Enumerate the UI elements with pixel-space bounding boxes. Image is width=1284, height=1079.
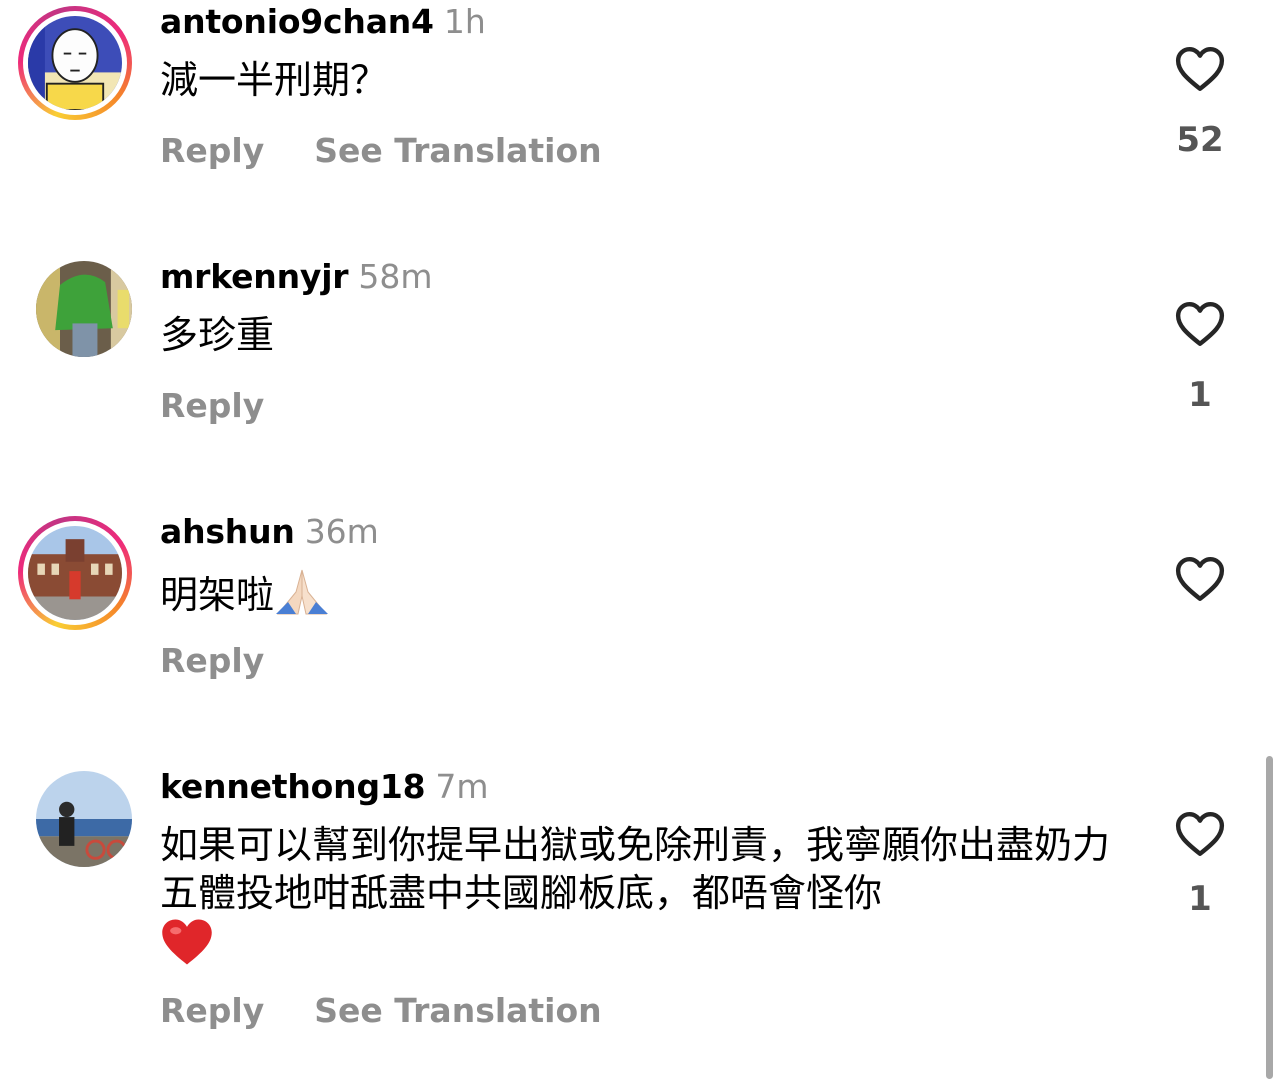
reply-button[interactable]: Reply — [160, 386, 264, 425]
comment-text: 如果可以幫到你提早出獄或免除刑責，我寧願你出盡奶力五體投地咁舐盡中共國腳板底，都… — [160, 821, 1120, 978]
reply-button[interactable]: Reply — [160, 991, 264, 1030]
comments-list: antonio9chan4 1h 減一半刑期？ Reply See Translat… — [0, 0, 1284, 1079]
timestamp: 36m — [304, 512, 379, 551]
folded-hands-icon — [274, 566, 330, 629]
like-control: 1 — [1170, 301, 1230, 415]
comment-actions: Reply See Translation — [160, 131, 602, 170]
timestamp: 1h — [443, 2, 486, 41]
green-jacket-avatar — [36, 261, 132, 357]
comment-header: antonio9chan4 1h — [160, 2, 486, 42]
reply-button[interactable]: Reply — [160, 131, 264, 170]
comment-text-body: 明架啦 — [160, 573, 275, 617]
like-count: 1 — [1188, 879, 1212, 919]
comment-text: 明架啦 — [160, 566, 1120, 629]
heart-icon[interactable] — [1175, 556, 1225, 602]
reply-button[interactable]: Reply — [160, 641, 264, 680]
comment-text-body: 如果可以幫到你提早出獄或免除刑責，我寧願你出盡奶力五體投地咁舐盡中共國腳板底，都… — [160, 823, 1111, 915]
comment-actions: Reply See Translation — [160, 991, 602, 1030]
heart-icon[interactable] — [1175, 811, 1225, 857]
timestamp: 7m — [435, 767, 489, 806]
like-control: 1 — [1170, 811, 1230, 919]
comment-actions: Reply — [160, 386, 264, 425]
station-building-avatar — [28, 526, 122, 620]
comment-text: 多珍重 — [160, 313, 275, 357]
comment-actions: Reply — [160, 641, 264, 680]
see-translation-button[interactable]: See Translation — [314, 131, 601, 170]
comment-header: ahshun 36m — [160, 512, 379, 552]
avatar-container[interactable] — [36, 771, 132, 867]
red-heart-icon — [160, 917, 214, 978]
like-control: 52 — [1170, 46, 1230, 160]
comment-header: mrkennyjr 58m — [160, 257, 433, 297]
vertical-scrollbar[interactable] — [1266, 756, 1273, 1079]
story-ring[interactable] — [18, 516, 132, 630]
anime-character-avatar — [28, 16, 122, 110]
seaside-person-avatar — [36, 771, 132, 867]
username[interactable]: kennethong18 — [160, 767, 426, 806]
like-count: 52 — [1176, 120, 1224, 160]
comment-header: kennethong18 7m — [160, 767, 489, 807]
timestamp: 58m — [358, 257, 433, 296]
username[interactable]: ahshun — [160, 512, 295, 551]
heart-icon[interactable] — [1175, 301, 1225, 347]
comment-text: 減一半刑期？ — [160, 58, 389, 102]
story-ring[interactable] — [18, 6, 132, 120]
username[interactable]: mrkennyjr — [160, 257, 349, 296]
like-control — [1170, 556, 1230, 630]
see-translation-button[interactable]: See Translation — [314, 991, 601, 1030]
heart-icon[interactable] — [1175, 46, 1225, 92]
avatar-container[interactable] — [36, 261, 132, 357]
username[interactable]: antonio9chan4 — [160, 2, 434, 41]
like-count: 1 — [1188, 375, 1212, 415]
